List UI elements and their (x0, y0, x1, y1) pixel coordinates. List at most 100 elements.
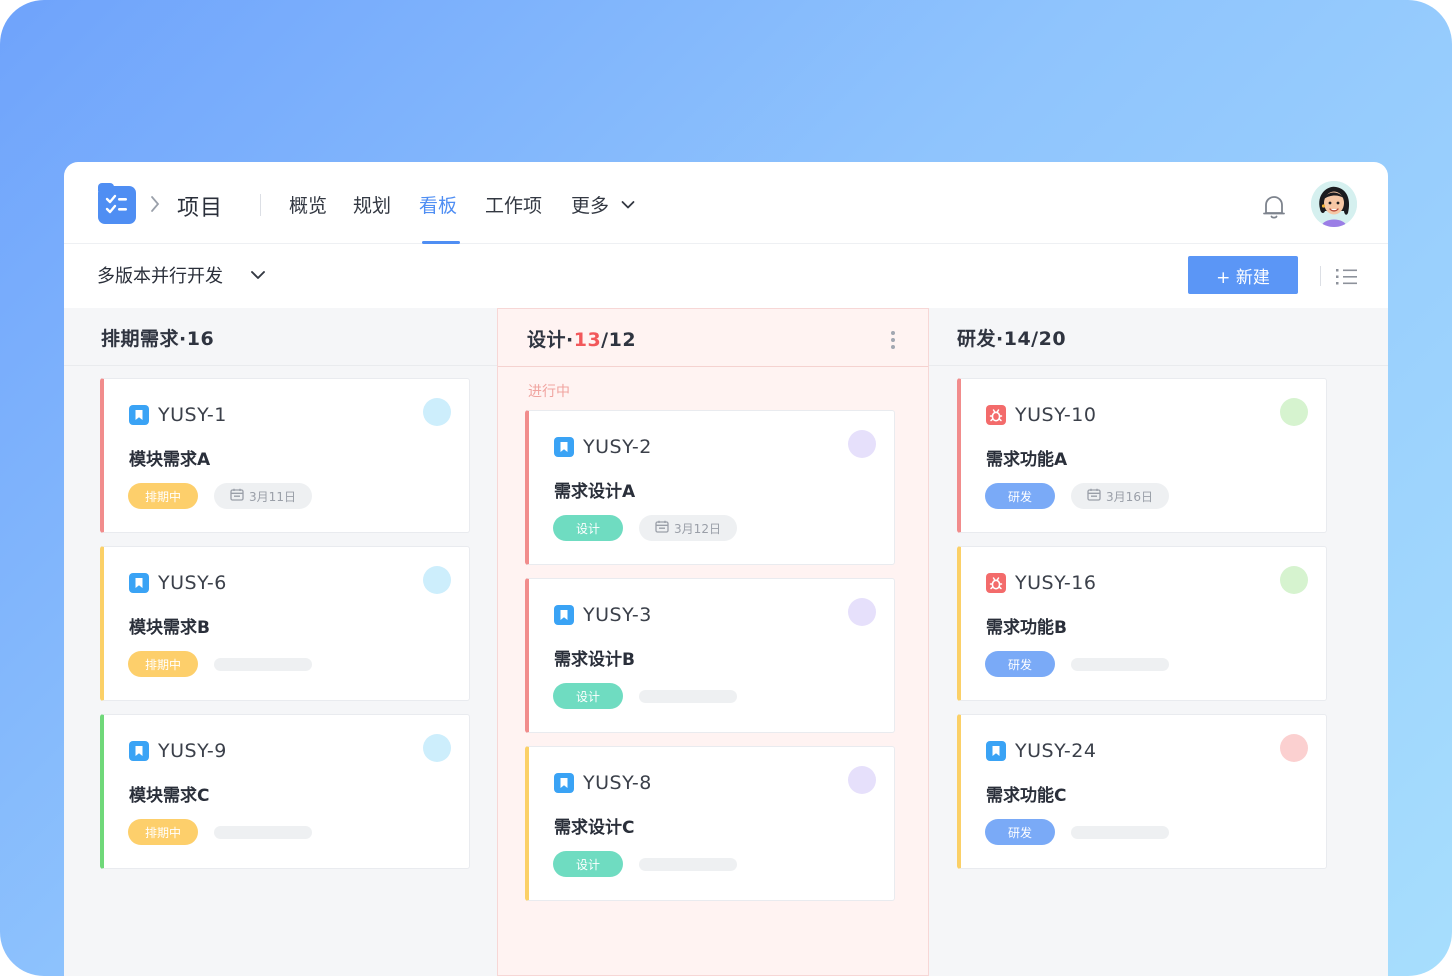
column-wip-count: 13 (573, 329, 602, 351)
status-tag: 排期中 (128, 651, 198, 677)
kanban-card[interactable]: YUSY-24 需求功能C 研发 (957, 714, 1327, 869)
background: 项目 概览 规划 看板 工作项 更多 多版本并行开发 + 新建 排期需求·16 … (0, 0, 1452, 976)
project-logo-icon[interactable] (98, 183, 136, 224)
assignee-avatar[interactable] (1280, 566, 1308, 594)
status-tag: 排期中 (128, 819, 198, 845)
kanban-card[interactable]: YUSY-16 需求功能B 研发 (957, 546, 1327, 701)
card-id-row: YUSY-8 (554, 772, 652, 794)
due-date-placeholder (639, 690, 737, 703)
calendar-icon (230, 488, 244, 504)
due-date-badge: 3月12日 (639, 515, 737, 541)
card-id[interactable]: YUSY-8 (583, 772, 652, 794)
chevron-down-icon[interactable] (621, 200, 635, 210)
card-id[interactable]: YUSY-10 (1015, 404, 1096, 426)
assignee-avatar[interactable] (423, 398, 451, 426)
card-title[interactable]: 模块需求A (129, 445, 210, 470)
swimlane-label: 进行中 (528, 384, 570, 400)
kanban-card[interactable]: YUSY-9 模块需求C 排期中 (100, 714, 470, 869)
card-id-row: YUSY-9 (129, 740, 227, 762)
card-id-row: YUSY-1 (129, 404, 227, 426)
due-date-placeholder (214, 658, 312, 671)
card-title[interactable]: 需求功能B (986, 613, 1067, 638)
assignee-avatar[interactable] (1280, 734, 1308, 762)
status-tag: 排期中 (128, 483, 198, 509)
story-bookmark-icon (554, 437, 574, 457)
kanban-card[interactable]: YUSY-2 需求设计A 设计 3月12日 (525, 410, 895, 565)
card-id[interactable]: YUSY-3 (583, 604, 652, 626)
card-id[interactable]: YUSY-16 (1015, 572, 1096, 594)
tab-overview[interactable]: 概览 (289, 191, 327, 218)
kanban-board: 排期需求·16 设计·13/12 进行中 研发·14/20 YUSY-1 模块需… (64, 308, 1388, 976)
card-title[interactable]: 需求功能C (986, 781, 1066, 806)
tab-work-items[interactable]: 工作项 (485, 191, 542, 218)
status-tag: 研发 (985, 651, 1055, 677)
breadcrumb-title[interactable]: 项目 (177, 190, 223, 222)
due-date-badge: 3月11日 (214, 483, 312, 509)
card-title[interactable]: 需求功能A (986, 445, 1067, 470)
list-view-icon[interactable] (1336, 268, 1358, 286)
status-tag: 研发 (985, 819, 1055, 845)
card-title[interactable]: 需求设计A (554, 477, 635, 502)
status-tag: 设计 (553, 683, 623, 709)
calendar-icon (655, 520, 669, 536)
column-title-prefix: 设计· (527, 329, 574, 351)
card-title[interactable]: 模块需求B (129, 613, 210, 638)
column-title-schedule: 排期需求·16 (101, 328, 215, 350)
tab-more[interactable]: 更多 (571, 191, 609, 218)
story-bookmark-icon (129, 405, 149, 425)
card-title[interactable]: 模块需求C (129, 781, 209, 806)
column-more-icon[interactable] (891, 331, 895, 352)
kanban-card[interactable]: YUSY-1 模块需求A 排期中 3月11日 (100, 378, 470, 533)
assignee-avatar[interactable] (1280, 398, 1308, 426)
card-id[interactable]: YUSY-9 (158, 740, 227, 762)
card-id[interactable]: YUSY-2 (583, 436, 652, 458)
assignee-avatar[interactable] (848, 766, 876, 794)
bug-icon (986, 573, 1006, 593)
story-bookmark-icon (129, 573, 149, 593)
bug-icon (986, 405, 1006, 425)
chevron-down-icon[interactable] (250, 270, 266, 281)
story-bookmark-icon (554, 605, 574, 625)
kanban-card[interactable]: YUSY-8 需求设计C 设计 (525, 746, 895, 901)
assignee-avatar[interactable] (423, 734, 451, 762)
card-id-row: YUSY-24 (986, 740, 1096, 762)
card-id-row: YUSY-2 (554, 436, 652, 458)
story-bookmark-icon (986, 741, 1006, 761)
kanban-card[interactable]: YUSY-10 需求功能A 研发 3月16日 (957, 378, 1327, 533)
nav-divider (260, 194, 261, 216)
kanban-card[interactable]: YUSY-6 模块需求B 排期中 (100, 546, 470, 701)
project-selector[interactable]: 多版本并行开发 (97, 262, 223, 288)
app-window: 项目 概览 规划 看板 工作项 更多 多版本并行开发 + 新建 排期需求·16 … (64, 162, 1388, 976)
card-title[interactable]: 需求设计C (554, 813, 634, 838)
due-date-placeholder (639, 858, 737, 871)
tab-kanban[interactable]: 看板 (419, 191, 457, 218)
tab-planning[interactable]: 规划 (353, 191, 391, 218)
status-tag: 设计 (553, 515, 623, 541)
column-title-design: 设计·13/12 (527, 325, 636, 352)
card-id[interactable]: YUSY-24 (1015, 740, 1096, 762)
calendar-icon (1087, 488, 1101, 504)
user-avatar[interactable] (1311, 181, 1357, 227)
card-id-row: YUSY-3 (554, 604, 652, 626)
due-date-text: 3月12日 (674, 521, 721, 536)
card-id[interactable]: YUSY-6 (158, 572, 227, 594)
active-tab-indicator (422, 241, 460, 244)
due-date-badge: 3月16日 (1071, 483, 1169, 509)
new-item-button[interactable]: + 新建 (1188, 256, 1298, 294)
assignee-avatar[interactable] (848, 430, 876, 458)
card-id-row: YUSY-10 (986, 404, 1096, 426)
column-title-dev: 研发·14/20 (957, 328, 1067, 350)
due-date-text: 3月16日 (1106, 489, 1153, 504)
story-bookmark-icon (129, 741, 149, 761)
card-title[interactable]: 需求设计B (554, 645, 635, 670)
assignee-avatar[interactable] (848, 598, 876, 626)
story-bookmark-icon (554, 773, 574, 793)
kanban-card[interactable]: YUSY-3 需求设计B 设计 (525, 578, 895, 733)
card-id[interactable]: YUSY-1 (158, 404, 227, 426)
status-tag: 研发 (985, 483, 1055, 509)
due-date-placeholder (214, 826, 312, 839)
card-id-row: YUSY-16 (986, 572, 1096, 594)
card-id-row: YUSY-6 (129, 572, 227, 594)
notification-bell-icon[interactable] (1262, 194, 1286, 220)
assignee-avatar[interactable] (423, 566, 451, 594)
